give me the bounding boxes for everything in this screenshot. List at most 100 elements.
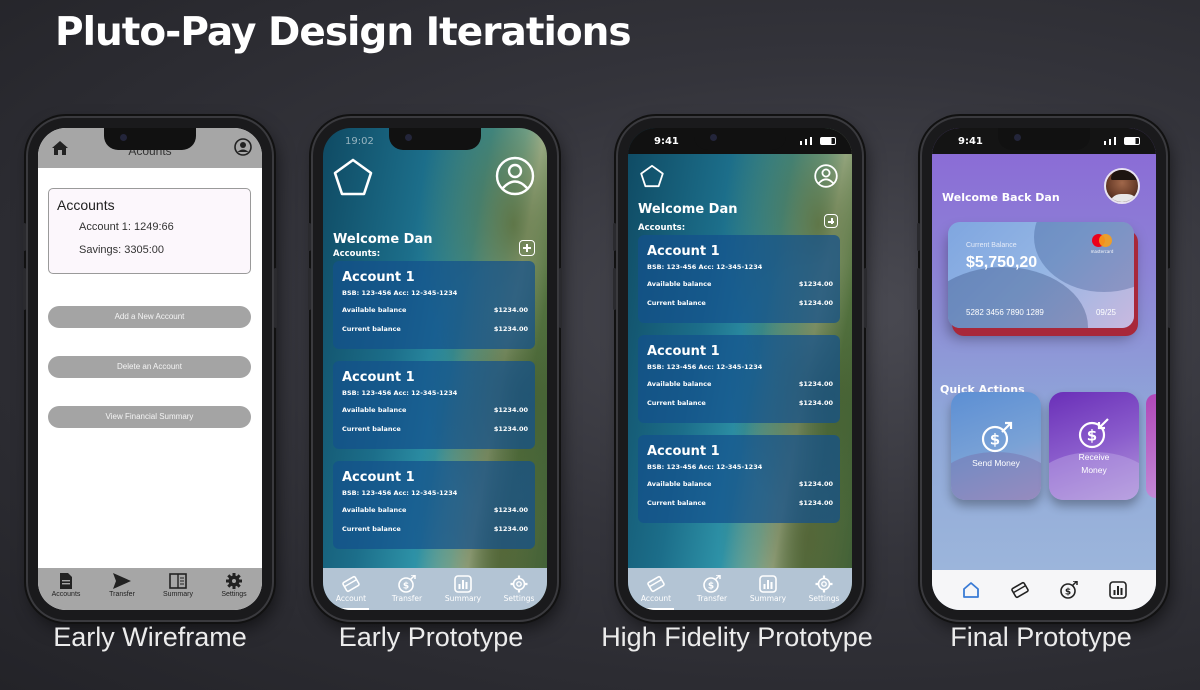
- nav-account[interactable]: Account: [323, 568, 379, 610]
- send-money-label: Send Money: [972, 458, 1020, 468]
- delete-account-button[interactable]: Delete an Account: [48, 356, 251, 378]
- avatar[interactable]: [1104, 168, 1140, 204]
- accounts-label: Accounts:: [638, 223, 686, 233]
- receive-money-label-line1: Receive: [1078, 452, 1110, 462]
- hifi-prototype-screen: 9:41 Welcome Dan Accounts: Account 1 BSB…: [628, 128, 852, 610]
- nav-label: Transfer: [391, 594, 423, 603]
- nav-label: Transfer: [109, 591, 135, 598]
- nav-transfer[interactable]: $ Transfer: [379, 568, 435, 610]
- document-icon: [60, 573, 72, 589]
- add-account-button[interactable]: [519, 240, 535, 256]
- card-icon: [647, 575, 665, 593]
- gear-icon: [226, 573, 242, 589]
- nav-card[interactable]: [1009, 579, 1031, 601]
- current-value: $1234.00: [798, 399, 833, 407]
- summary-icon: [169, 573, 187, 589]
- nav-summary[interactable]: [1107, 579, 1129, 601]
- pentagon-icon[interactable]: [333, 158, 373, 196]
- wireframe-screen: Acounts Accounts Account 1: 1249:66 Savi…: [38, 128, 262, 610]
- account-card[interactable]: Account 1 BSB: 123-456 Acc: 12-345-1234 …: [333, 361, 535, 449]
- nav-label: Summary: [444, 594, 482, 603]
- nav-settings[interactable]: Settings: [206, 568, 262, 610]
- account-line: Account 1: 1249:66: [79, 221, 174, 233]
- current-label: Current balance: [342, 525, 401, 533]
- view-summary-button[interactable]: View Financial Summary: [48, 406, 251, 428]
- final-bottom-nav: $: [932, 570, 1156, 610]
- pentagon-icon[interactable]: [640, 164, 664, 188]
- welcome-text: Welcome Back Dan: [942, 191, 1060, 204]
- available-value: $1234.00: [493, 406, 528, 414]
- nav-summary[interactable]: Summary: [435, 568, 491, 610]
- nav-label: Settings: [221, 591, 247, 598]
- current-value: $1234.00: [493, 325, 528, 333]
- account-bsb: BSB: 123-456 Acc: 12-345-1234: [647, 463, 763, 471]
- more-actions-tile[interactable]: [1146, 394, 1156, 498]
- account-bsb: BSB: 123-456 Acc: 12-345-1234: [647, 263, 763, 271]
- current-label: Current balance: [647, 299, 706, 307]
- account-card[interactable]: Account 1 BSB: 123-456 Acc: 12-345-1234 …: [333, 461, 535, 549]
- user-icon[interactable]: [814, 164, 838, 188]
- svg-text:$: $: [708, 582, 714, 592]
- page-title: Pluto-Pay Design Iterations: [55, 10, 632, 55]
- user-icon[interactable]: [234, 138, 252, 156]
- available-value: $1234.00: [493, 306, 528, 314]
- receive-money-button[interactable]: $ Receive Money: [1049, 392, 1139, 500]
- account-name: Account 1: [647, 444, 720, 459]
- account-card[interactable]: Account 1 BSB: 123-456 Acc: 12-345-1234 …: [638, 435, 840, 523]
- mastercard-logo: mastercard: [1088, 234, 1116, 258]
- account-name: Account 1: [342, 470, 415, 485]
- nav-account[interactable]: Account: [628, 568, 684, 610]
- status-time: 19:02: [345, 136, 374, 147]
- nav-settings[interactable]: Settings: [491, 568, 547, 610]
- current-value: $1234.00: [493, 525, 528, 533]
- card-brand: mastercard: [1090, 249, 1114, 254]
- account-bsb: BSB: 123-456 Acc: 12-345-1234: [342, 389, 458, 397]
- add-account-button[interactable]: Add a New Account: [48, 306, 251, 328]
- final-prototype-screen: 9:41 Welcome Back Dan Current Balance $5…: [932, 128, 1156, 610]
- nav-label: Summary: [163, 591, 193, 598]
- available-label: Available balance: [342, 506, 407, 514]
- balance-card[interactable]: Current Balance $5,750,20 mastercard 528…: [948, 222, 1134, 328]
- nav-transfer[interactable]: Transfer: [94, 568, 150, 610]
- caption-hifi-prototype: High Fidelity Prototype: [601, 622, 873, 652]
- status-time: 9:41: [958, 136, 983, 147]
- hifi-prototype-phone: 9:41 Welcome Dan Accounts: Account 1 BSB…: [613, 118, 867, 620]
- nav-transfer[interactable]: $: [1058, 579, 1080, 601]
- available-value: $1234.00: [798, 480, 833, 488]
- nav-settings[interactable]: Settings: [796, 568, 852, 610]
- account-name: Account 1: [342, 270, 415, 285]
- chart-icon: [759, 575, 777, 593]
- nav-label: Settings: [808, 594, 840, 603]
- send-money-button[interactable]: $ Send Money: [951, 392, 1041, 500]
- accounts-card-title: Accounts: [57, 197, 115, 213]
- add-account-button[interactable]: [824, 214, 838, 228]
- status-time: 9:41: [654, 136, 679, 147]
- account-name: Account 1: [342, 370, 415, 385]
- nav-home[interactable]: [960, 579, 982, 601]
- final-prototype-phone: 9:41 Welcome Back Dan Current Balance $5…: [917, 118, 1171, 620]
- account-card[interactable]: Account 1 BSB: 123-456 Acc: 12-345-1234 …: [638, 235, 840, 323]
- accounts-card[interactable]: Accounts Account 1: 1249:66 Savings: 330…: [48, 188, 251, 274]
- caption-early-prototype: Early Prototype: [338, 622, 524, 652]
- account-name: Account 1: [647, 344, 720, 359]
- account-card[interactable]: Account 1 BSB: 123-456 Acc: 12-345-1234 …: [333, 261, 535, 349]
- card-expiry: 09/25: [1095, 308, 1116, 317]
- account-bsb: BSB: 123-456 Acc: 12-345-1234: [342, 289, 458, 297]
- account-card[interactable]: Account 1 BSB: 123-456 Acc: 12-345-1234 …: [638, 335, 840, 423]
- account-bsb: BSB: 123-456 Acc: 12-345-1234: [342, 489, 458, 497]
- nav-label: Transfer: [696, 594, 728, 603]
- available-label: Available balance: [342, 406, 407, 414]
- account-name: Account 1: [647, 244, 720, 259]
- chart-icon: [1108, 581, 1127, 599]
- status-icons: [1104, 137, 1140, 145]
- user-icon[interactable]: [495, 156, 535, 196]
- nav-summary[interactable]: Summary: [740, 568, 796, 610]
- savings-line: Savings: 3305:00: [79, 244, 165, 256]
- nav-transfer[interactable]: $ Transfer: [684, 568, 740, 610]
- current-value: $1234.00: [798, 299, 833, 307]
- card-balance: $5,750,20: [966, 254, 1038, 271]
- svg-text:$: $: [403, 582, 409, 592]
- nav-accounts[interactable]: Accounts: [38, 568, 94, 610]
- nav-summary[interactable]: Summary: [150, 568, 206, 610]
- wireframe-bottom-nav: Accounts Transfer Summary Settings: [38, 568, 262, 610]
